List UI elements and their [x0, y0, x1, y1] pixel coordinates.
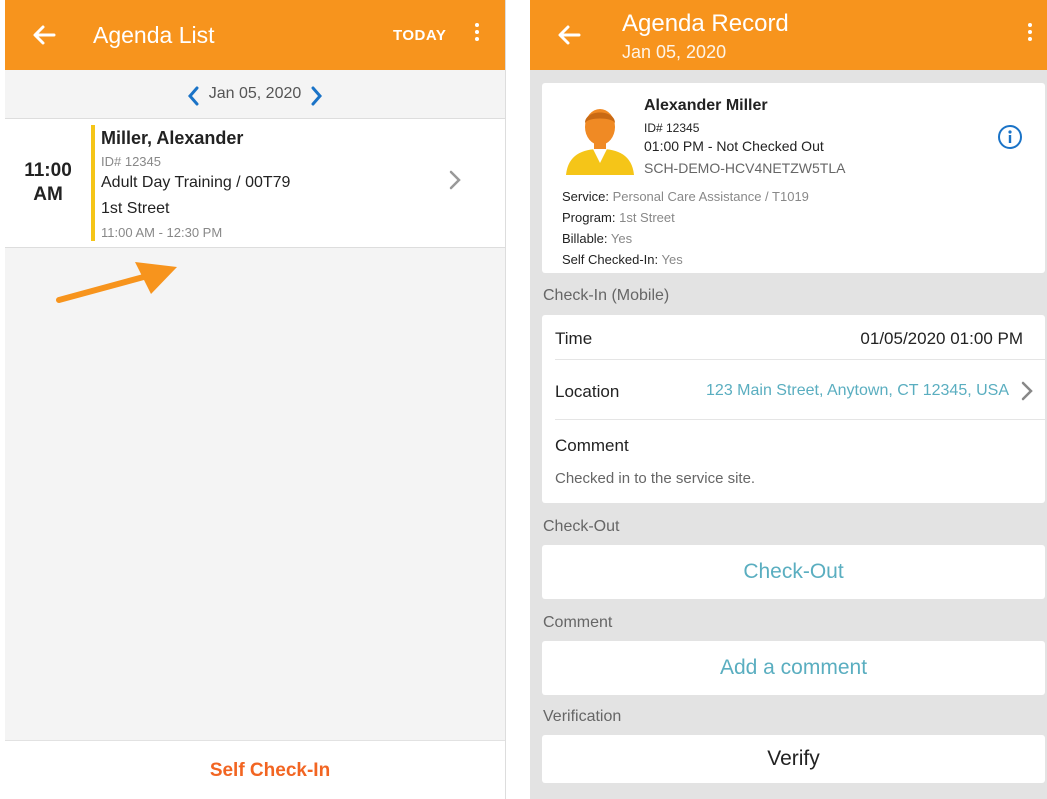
- page-title: Agenda List: [93, 22, 215, 48]
- program-label: Program:: [562, 210, 616, 225]
- client-name: Alexander Miller: [644, 97, 768, 114]
- current-date: Jan 05, 2020: [208, 85, 302, 102]
- billable-label: Billable:: [562, 231, 608, 246]
- time-hour: 11:00: [24, 160, 72, 181]
- checkin-section-label: Check-In (Mobile): [543, 287, 670, 304]
- page-subtitle: Jan 05, 2020: [622, 42, 727, 62]
- agenda-item-accent-bar: [91, 125, 95, 241]
- agenda-item-time: 11:00 AM: [17, 159, 79, 207]
- more-vert-icon[interactable]: [465, 20, 489, 50]
- checkin-time-value: 01/05/2020 01:00 PM: [860, 329, 1023, 348]
- client-id: ID# 12345: [644, 121, 700, 135]
- chevron-right-icon[interactable]: [310, 70, 324, 118]
- bottom-action-bar: Self Check-In: [5, 740, 505, 799]
- arrow-left-icon[interactable]: [552, 18, 586, 52]
- checkin-time-label: Time: [555, 329, 593, 348]
- checkin-location-row[interactable]: Location 123 Main Street, Anytown, CT 12…: [542, 360, 1045, 416]
- more-vert-icon[interactable]: [1018, 20, 1042, 50]
- checkin-time-row: Time 01/05/2020 01:00 PM: [542, 315, 1045, 359]
- agenda-list-screen: Agenda List TODAY Jan 05, 2020 11:00 AM …: [5, 0, 506, 799]
- person-avatar-icon: [566, 109, 634, 175]
- client-profile-card: Alexander Miller ID# 12345 01:00 PM - No…: [542, 83, 1045, 273]
- program-row: Program: 1st Street: [562, 210, 675, 225]
- checkin-comment-value: Checked in to the service site.: [555, 470, 756, 487]
- time-ampm: AM: [33, 184, 63, 205]
- arrow-left-icon[interactable]: [27, 18, 61, 52]
- agenda-list-item[interactable]: 11:00 AM Miller, Alexander ID# 12345 Adu…: [5, 119, 505, 248]
- location-name: 1st Street: [101, 200, 170, 217]
- checkin-card: Time 01/05/2020 01:00 PM Location 123 Ma…: [542, 315, 1045, 503]
- page-title: Agenda Record: [622, 10, 789, 37]
- billable-value: Yes: [610, 231, 633, 246]
- verification-section-label: Verification: [543, 708, 622, 725]
- agenda-list-appbar: Agenda List TODAY: [5, 0, 505, 70]
- agenda-record-screen: Agenda Record Jan 05, 2020 Alexander Mil…: [530, 0, 1047, 799]
- service-row: Service: Personal Care Assistance / T101…: [562, 189, 809, 204]
- service-value: Personal Care Assistance / T1019: [612, 189, 809, 204]
- billable-row: Billable: Yes: [562, 231, 632, 246]
- comment-section-label: Comment: [543, 614, 613, 631]
- chevron-right-icon: [1019, 380, 1035, 407]
- self-checked-in-value: Yes: [661, 252, 683, 267]
- service-name: Adult Day Training / 00T79: [101, 174, 291, 191]
- pointer-arrow-icon: [56, 262, 177, 303]
- checkin-status: 01:00 PM - Not Checked Out: [644, 138, 824, 154]
- program-value: 1st Street: [619, 210, 675, 225]
- self-checked-in-row: Self Checked-In: Yes: [562, 252, 683, 267]
- add-comment-button[interactable]: Add a comment: [542, 641, 1045, 695]
- schedule-code: SCH-DEMO-HCV4NETZW5TLA: [644, 160, 846, 176]
- info-icon[interactable]: [997, 124, 1023, 150]
- checkin-comment-row: Comment Checked in to the service site.: [542, 420, 1045, 500]
- checkin-location-link[interactable]: 123 Main Street, Anytown, CT 12345, USA: [706, 382, 1009, 400]
- self-checked-in-label: Self Checked-In:: [562, 252, 659, 267]
- chevron-right-icon: [445, 169, 465, 190]
- service-label: Service:: [562, 189, 609, 204]
- client-id: ID# 12345: [101, 154, 161, 169]
- client-name: Miller, Alexander: [101, 128, 244, 148]
- checkin-location-label: Location: [555, 382, 620, 401]
- today-button[interactable]: TODAY: [393, 27, 446, 44]
- self-check-in-button[interactable]: Self Check-In: [210, 760, 330, 782]
- time-range: 11:00 AM - 12:30 PM: [101, 225, 223, 240]
- verify-button[interactable]: Verify: [542, 735, 1045, 783]
- chevron-left-icon[interactable]: [186, 70, 200, 118]
- date-navigator: Jan 05, 2020: [5, 70, 505, 119]
- checkin-comment-label: Comment: [555, 436, 629, 455]
- checkout-section-label: Check-Out: [543, 518, 620, 535]
- check-out-button[interactable]: Check-Out: [542, 545, 1045, 599]
- agenda-record-appbar: Agenda Record Jan 05, 2020: [530, 0, 1047, 70]
